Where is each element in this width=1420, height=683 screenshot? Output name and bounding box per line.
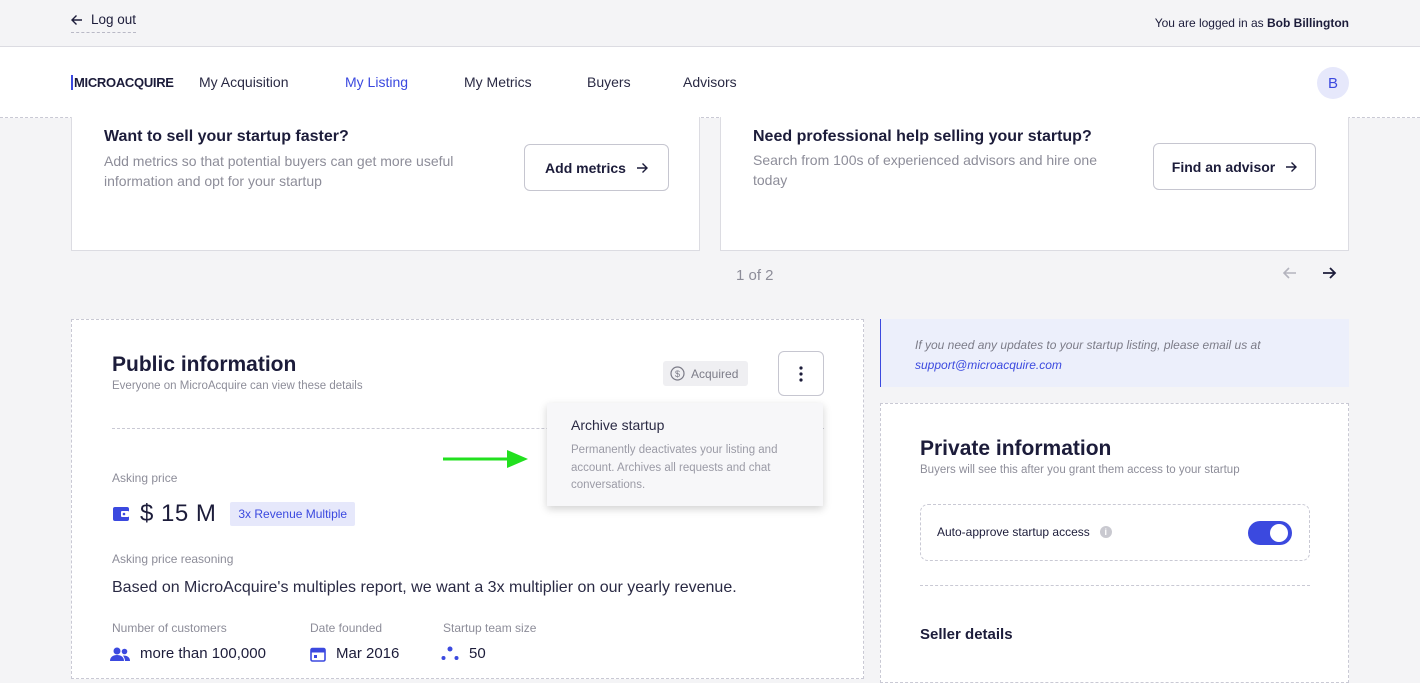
logged-in-status: You are logged in as Bob Billington (1155, 16, 1349, 30)
notice-text: If you need any updates to your startup … (915, 335, 1261, 375)
nav-item-advisors[interactable]: Advisors (683, 74, 737, 90)
avatar[interactable]: B (1317, 67, 1349, 99)
info-icon[interactable]: i (1099, 526, 1112, 538)
reasoning-label: Asking price reasoning (112, 552, 234, 566)
find-advisor-button[interactable]: Find an advisor (1153, 143, 1316, 190)
add-metrics-label: Add metrics (545, 159, 626, 176)
users-icon (110, 647, 130, 661)
annotation-arrow-icon (443, 450, 528, 468)
founded-label: Date founded (310, 621, 383, 635)
top-bar: Log out You are logged in as Bob Billing… (0, 0, 1420, 47)
asking-price-value: $ 15 M (140, 500, 217, 527)
private-information-card: Private information Buyers will see this… (880, 403, 1349, 683)
find-advisor-label: Find an advisor (1171, 158, 1276, 175)
section-title: Public information (112, 353, 297, 376)
menu-item-title: Archive startup (571, 417, 665, 433)
more-options-button[interactable] (778, 351, 824, 396)
customers-value: more than 100,000 (140, 645, 266, 662)
support-email-link[interactable]: support@microacquire.com (915, 355, 1261, 375)
options-dropdown: Archive startup Permanently deactivates … (547, 403, 823, 506)
section-subtitle: Buyers will see this after you grant the… (920, 464, 1240, 476)
logout-link[interactable]: Log out (71, 11, 137, 33)
promo-title: Want to sell your startup faster? (104, 128, 349, 145)
divider (920, 585, 1310, 586)
founded-stat: Mar 2016 (310, 645, 399, 662)
promo-card-metrics: Want to sell your startup faster? Add me… (71, 117, 700, 251)
more-vertical-icon (799, 365, 803, 382)
prev-arrow-icon[interactable] (1281, 264, 1299, 282)
archive-startup-menu-item[interactable]: Archive startup Permanently deactivates … (547, 403, 823, 506)
add-metrics-button[interactable]: Add metrics (524, 144, 669, 191)
team-size-stat: 50 (441, 645, 486, 662)
pager-indicator: 1 of 2 (736, 267, 774, 284)
arrow-right-icon (1286, 161, 1298, 172)
arrow-left-icon (71, 14, 82, 25)
promo-description: Search from 100s of experienced advisors… (753, 152, 1097, 188)
menu-item-description: Permanently deactivates your listing and… (571, 444, 778, 491)
toggle-knob (1270, 524, 1288, 542)
auto-approve-row: Auto-approve startup access i (920, 504, 1310, 561)
logo-text: MICROACQUIRE (71, 75, 174, 90)
nav-item-buyers[interactable]: Buyers (587, 74, 631, 90)
team-size-value: 50 (469, 645, 486, 662)
logged-in-prefix: You are logged in as (1154, 16, 1264, 30)
wallet-icon (113, 507, 129, 521)
logout-label: Log out (91, 12, 137, 27)
revenue-multiple-badge: 3x Revenue Multiple (230, 502, 356, 526)
promo-description: Add metrics so that potential buyers can… (104, 153, 454, 189)
auto-approve-label: Auto-approve startup access i (937, 525, 1112, 539)
section-title: Private information (920, 437, 1112, 460)
logo[interactable]: MICROACQUIRE (71, 75, 174, 90)
dollar-circle-icon: $ (670, 366, 685, 381)
user-name: Bob Billington (1267, 16, 1349, 30)
svg-text:$: $ (675, 369, 680, 379)
seller-details-heading: Seller details (920, 626, 1013, 643)
team-size-label: Startup team size (443, 621, 537, 635)
promo-title: Need professional help selling your star… (753, 128, 1092, 145)
asking-price: $ 15 M 3x Revenue Multiple (112, 500, 356, 528)
founded-value: Mar 2016 (336, 645, 400, 662)
status-badge: $ Acquired (663, 361, 748, 386)
nav-item-my-listing[interactable]: My Listing (345, 74, 408, 90)
reasoning-text: Based on MicroAcquire's multiples report… (112, 579, 737, 596)
asking-price-label: Asking price (112, 471, 178, 485)
next-arrow-icon[interactable] (1320, 264, 1338, 282)
section-subtitle: Everyone on MicroAcquire can view these … (112, 380, 363, 392)
nav-item-my-acquisition[interactable]: My Acquisition (199, 74, 288, 90)
main-nav: MICROACQUIRE My Acquisition My Listing M… (0, 47, 1420, 118)
status-badge-label: Acquired (691, 366, 739, 381)
team-icon (441, 646, 459, 660)
auto-approve-toggle[interactable] (1248, 521, 1292, 545)
nav-item-my-metrics[interactable]: My Metrics (464, 74, 532, 90)
customers-label: Number of customers (112, 621, 227, 635)
customers-stat: more than 100,000 (110, 645, 266, 662)
arrow-right-icon (636, 162, 648, 173)
listing-update-notice: If you need any updates to your startup … (880, 319, 1349, 387)
calendar-icon (310, 647, 326, 662)
promo-card-advisor: Need professional help selling your star… (720, 117, 1349, 251)
